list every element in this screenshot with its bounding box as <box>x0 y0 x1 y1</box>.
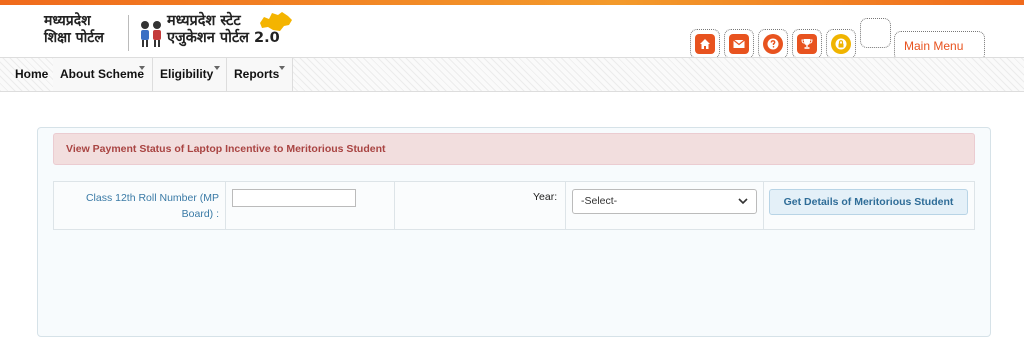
site-header: मध्यप्रदेश शिक्षा पोर्टल मध्यप्रदेश स्टे… <box>0 5 1024 61</box>
mp-map-icon <box>260 12 292 31</box>
roll-number-label: Class 12th Roll Number (MP Board) : <box>54 190 219 222</box>
eligibility-caret-icon <box>214 66 220 70</box>
year-select[interactable]: -Select- <box>572 189 757 214</box>
mail-button[interactable] <box>724 29 754 59</box>
get-details-button[interactable]: Get Details of Meritorious Student <box>769 189 968 215</box>
trophy-icon <box>801 39 813 49</box>
reports-caret-icon <box>279 66 285 70</box>
nav-about-scheme[interactable]: About Scheme <box>53 58 153 91</box>
about-scheme-caret-icon <box>139 66 145 70</box>
roll-label-line1: Class 12th Roll Number (MP <box>85 192 219 204</box>
mail-icon <box>733 39 745 48</box>
year-label: Year: <box>533 191 558 203</box>
logo-left-line1: मध्यप्रदेश <box>44 13 91 29</box>
nav-eligibility[interactable]: Eligibility <box>153 58 227 91</box>
home-icon <box>700 39 710 49</box>
logo-left-line2: शिक्षा पोर्टल <box>44 30 104 46</box>
nav-reports[interactable]: Reports <box>227 58 293 91</box>
login-button[interactable] <box>826 29 856 59</box>
year-label-cell <box>395 182 566 229</box>
nav-reports-label: Reports <box>234 67 280 81</box>
year-selected-value: -Select- <box>581 195 618 207</box>
roll-label-line2: Board) : <box>181 208 219 220</box>
nav-eligibility-label: Eligibility <box>160 67 214 81</box>
logo-divider <box>128 15 129 51</box>
shiksha-portal-logo[interactable]: मध्यप्रदेश शिक्षा पोर्टल <box>44 13 124 47</box>
blank-header-button[interactable] <box>860 18 891 48</box>
achievements-button[interactable] <box>792 29 822 59</box>
home-button[interactable] <box>690 29 720 59</box>
help-button[interactable] <box>758 29 788 59</box>
nav-about-scheme-label: About Scheme <box>60 67 145 81</box>
roll-number-input[interactable] <box>232 189 356 207</box>
main-navbar: Home About Scheme Eligibility Reports <box>0 57 1024 92</box>
lock-icon <box>835 38 847 50</box>
chevron-down-icon <box>738 198 748 205</box>
roll-label-cell: Class 12th Roll Number (MP Board) : <box>54 182 226 229</box>
help-icon <box>767 38 779 50</box>
students-icon <box>141 21 161 47</box>
page-title-alert: View Payment Status of Laptop Incentive … <box>53 133 975 165</box>
nav-home[interactable]: Home <box>8 58 53 91</box>
